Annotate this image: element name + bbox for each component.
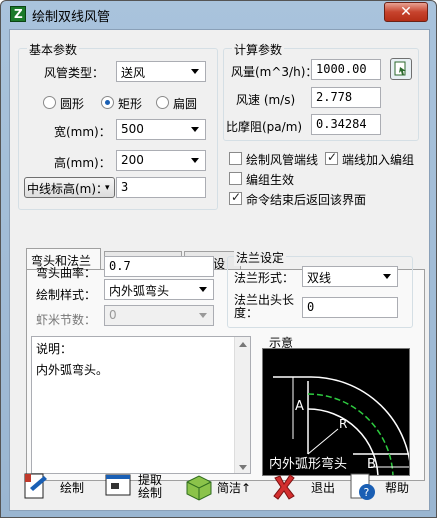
width-select[interactable]: 500 (116, 119, 206, 140)
width-label: 宽(mm)： (54, 125, 111, 139)
scroll-arrows-icon (239, 342, 247, 470)
flange-extend-label-2: 度： (234, 306, 259, 320)
chevron-down-icon: ▾ (105, 183, 110, 193)
style-select[interactable]: 内外弧弯头 (104, 279, 214, 300)
duct-type-value: 送风 (121, 66, 146, 80)
airflow-input[interactable]: 1000.00 (311, 59, 381, 80)
chevron-down-icon (199, 287, 207, 292)
exit-label: 退出 (311, 480, 336, 495)
curvature-input[interactable]: 0.7 (104, 256, 214, 277)
shape-radio-rect[interactable] (101, 96, 114, 109)
centerline-input[interactable]: 3 (116, 177, 206, 198)
flange-form-select[interactable]: 双线 (302, 266, 398, 287)
dialog-client: 基本参数 风管类型： 送风 圆形 矩形 扁圆 宽(mm)： 500 高(mm)：… (9, 29, 430, 511)
chevron-down-icon (191, 158, 199, 163)
simplify-button[interactable]: 简洁↑ (183, 469, 251, 505)
style-value: 内外弧弯头 (109, 284, 170, 298)
height-label: 高(mm)： (54, 156, 111, 170)
exit-button[interactable]: 退出 (271, 469, 335, 505)
description-text: 内外弧弯头。 (36, 363, 109, 377)
style-label: 绘制样式： (36, 288, 97, 302)
description-scrollbar[interactable] (234, 337, 250, 473)
return-dialog-checkbox[interactable] (229, 190, 242, 205)
close-x-icon (273, 474, 295, 500)
group-enable-label: 编组生效 (246, 173, 295, 187)
shrimp-value: 0 (109, 308, 117, 322)
duct-type-select[interactable]: 送风 (116, 61, 206, 82)
draw-button[interactable]: 绘制 (22, 469, 84, 505)
curvature-label: 弯头曲率： (36, 266, 97, 280)
airflow-label: 风量(m^3/h)： (231, 65, 318, 79)
centerline-elevation-button[interactable]: 中线标高(m)： ▾ (24, 177, 115, 198)
extract-label-1: 提取 (138, 473, 163, 487)
description-box[interactable]: 说明： 内外弧弯头。 (31, 336, 251, 474)
preview-label-r: R (339, 417, 348, 431)
chevron-down-icon (199, 313, 207, 318)
draw-doc-icon (24, 473, 47, 499)
pick-icon (394, 61, 406, 76)
dialog-window: 绘制双线风管 ✕ 基本参数 风管类型： 送风 圆形 矩形 扁圆 宽(mm)： 5… (0, 0, 437, 518)
extract-window-icon (105, 474, 131, 496)
help-doc-icon: ? (350, 473, 375, 500)
height-select[interactable]: 200 (116, 150, 206, 171)
extract-draw-button[interactable]: 提取 绘制 (104, 469, 162, 505)
draw-end-line-checkbox[interactable] (229, 152, 242, 165)
svg-text:?: ? (364, 486, 370, 499)
description-title: 说明： (36, 342, 73, 356)
title-bar[interactable]: 绘制双线风管 ✕ (1, 1, 436, 28)
chevron-down-icon (191, 127, 199, 132)
basic-params-title: 基本参数 (27, 41, 80, 58)
chevron-down-icon (191, 69, 199, 74)
window-title: 绘制双线风管 (32, 10, 111, 25)
duct-type-label: 风管类型： (44, 66, 105, 80)
height-value: 200 (121, 153, 144, 167)
simplify-box-icon (186, 475, 212, 501)
preview-label-a: A (295, 399, 304, 414)
app-icon (10, 6, 26, 22)
flange-extend-input[interactable]: 0 (302, 297, 398, 318)
return-dialog-label: 命令结束后返回该界面 (246, 193, 367, 207)
shrimp-label: 虾米节数： (36, 313, 97, 327)
centerline-label: 中线标高(m)： (27, 182, 109, 196)
close-button[interactable]: ✕ (384, 2, 428, 22)
shape-radio-oval[interactable] (156, 96, 169, 109)
friction-input[interactable]: 0.34284 (311, 114, 381, 135)
calc-params-title: 计算参数 (232, 41, 285, 58)
pick-airflow-button[interactable] (390, 58, 412, 80)
velocity-label: 风速 (m/s) (236, 93, 296, 107)
extract-label-2: 绘制 (138, 486, 163, 500)
shrimp-select[interactable]: 0 (104, 305, 214, 326)
chevron-down-icon (383, 274, 391, 279)
velocity-input[interactable]: 2.778 (311, 87, 381, 108)
shape-label-oval: 扁圆 (173, 97, 198, 111)
shape-label-circle: 圆形 (60, 97, 85, 111)
draw-label: 绘制 (60, 480, 85, 495)
flange-form-label: 法兰形式： (234, 271, 295, 285)
shape-label-rect: 矩形 (118, 97, 143, 111)
preview-image: A R B 内外弧形弯头 (262, 348, 410, 476)
draw-end-line-label: 绘制风管端线 (246, 153, 319, 167)
width-value: 500 (121, 122, 144, 136)
simplify-label: 简洁↑ (217, 480, 252, 495)
flange-group-title: 法兰设定 (234, 249, 287, 266)
help-button[interactable]: ? 帮助 (347, 469, 409, 505)
end-line-group-label: 端线加入编组 (342, 153, 415, 167)
group-enable-checkbox[interactable] (229, 172, 242, 185)
friction-label: 比摩阻(pa/m) (226, 120, 303, 134)
help-label: 帮助 (385, 480, 410, 495)
end-line-group-checkbox[interactable] (325, 150, 338, 165)
shape-radio-circle[interactable] (43, 96, 56, 109)
flange-form-value: 双线 (307, 271, 332, 285)
